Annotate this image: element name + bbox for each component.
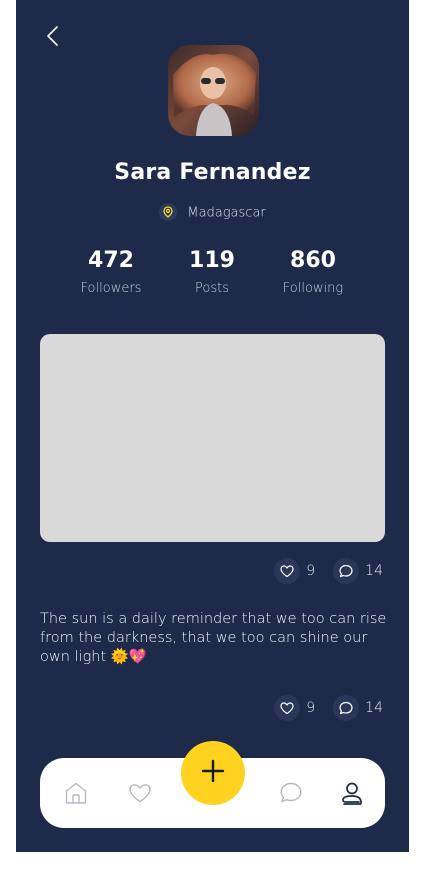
avatar[interactable] [168, 45, 259, 136]
post-image[interactable] [40, 334, 385, 542]
location-pin-icon [159, 203, 178, 221]
add-icon [200, 758, 226, 788]
heart-icon [274, 695, 301, 721]
add-post-button[interactable] [181, 741, 245, 805]
like-button[interactable]: 9 [274, 558, 315, 584]
comment-button[interactable]: 14 [333, 695, 383, 721]
post-reactions: 9 14 [274, 694, 383, 722]
heart-icon[interactable] [127, 780, 153, 806]
profile-icon[interactable] [339, 780, 365, 806]
comment-icon [333, 558, 360, 584]
heart-icon [274, 558, 301, 584]
stat-label: Following [282, 281, 344, 296]
post-reactions: 9 14 [274, 557, 383, 585]
post-caption: The sun is a daily reminder that we too … [40, 611, 387, 665]
back-icon[interactable] [42, 24, 66, 48]
profile-name: Sara Fernandez [114, 160, 311, 185]
location-text: Madagascar [187, 205, 266, 221]
like-count: 9 [306, 563, 316, 579]
comment-button[interactable]: 14 [333, 558, 383, 584]
comment-count: 14 [365, 563, 383, 579]
location-row: Madagascar [16, 203, 409, 222]
profile-screen: Sara Fernandez Madagascar 472 Followers … [16, 0, 409, 852]
chat-icon[interactable] [278, 780, 304, 806]
stat-following[interactable]: 860 Following [253, 248, 373, 296]
home-icon[interactable] [63, 780, 89, 806]
stats-row: 472 Followers 119 Posts 860 Following [16, 248, 409, 308]
like-count: 9 [306, 700, 316, 716]
like-button[interactable]: 9 [274, 695, 315, 721]
comment-count: 14 [365, 700, 383, 716]
comment-icon [333, 695, 360, 721]
stat-value: 860 [290, 248, 336, 273]
